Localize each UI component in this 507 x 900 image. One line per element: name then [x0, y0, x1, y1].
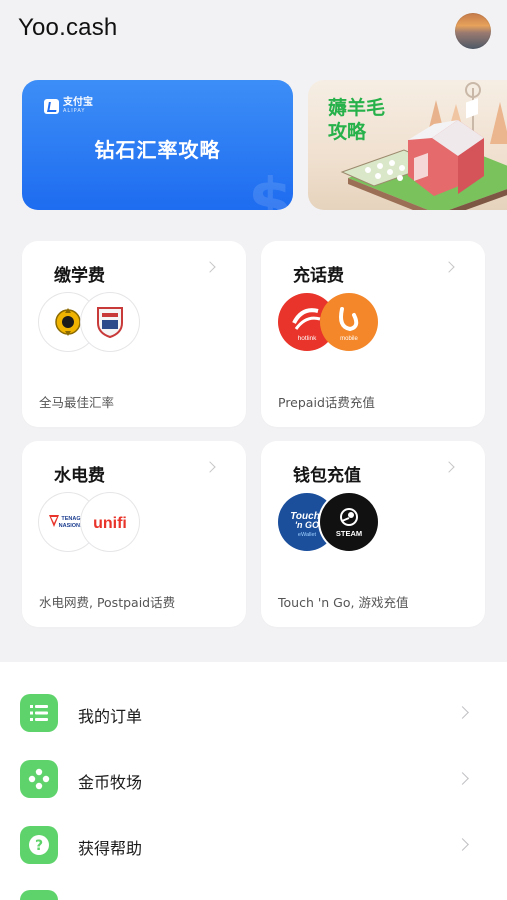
unifi-logo-text: unifi [93, 515, 127, 532]
alipay-logo-en: ALIPAY [63, 108, 86, 114]
menu-item-orders[interactable]: 我的订单 [0, 694, 507, 748]
svg-text:'n GO: 'n GO [295, 520, 319, 530]
app-title: Yoo.cash [18, 14, 118, 41]
dollar-watermark-icon: $ [248, 166, 293, 210]
chevron-right-icon [204, 461, 216, 473]
alipay-logo: 支付宝 ALIPAY [44, 98, 93, 114]
card-title: 水电费 [54, 466, 105, 486]
list-icon [20, 694, 58, 732]
mobile-logo-icon: mobile [320, 293, 378, 351]
menu-item-label: 获得帮助 [78, 839, 143, 858]
chevron-right-icon [204, 261, 216, 273]
banner-farm-title: 薅羊毛攻略 [328, 97, 386, 143]
menu-item-label: 金币牧场 [78, 773, 143, 792]
gamepad-icon [20, 760, 58, 798]
header: Yoo.cash [0, 0, 507, 64]
banner-farm[interactable]: 薅羊毛攻略 [308, 80, 507, 210]
steam-logo-text: STEAM [336, 529, 362, 538]
card-title: 充话费 [293, 266, 344, 286]
alipay-icon [44, 98, 59, 114]
chevron-right-icon [456, 772, 469, 785]
chevron-right-icon [456, 838, 469, 851]
svg-text:eWallet: eWallet [298, 532, 317, 538]
menu-item-label: 我的订单 [78, 707, 143, 726]
mobile-logo-text: mobile [340, 336, 358, 342]
chevron-right-icon [456, 706, 469, 719]
chevron-right-icon [443, 261, 455, 273]
banner-diamond-rate[interactable]: 支付宝 ALIPAY 钻石汇率攻略 $ [22, 80, 293, 210]
card-phone-topup[interactable]: 充话费 hotlink mobile Prepaid话费充值 [261, 241, 485, 427]
card-tuition[interactable]: 缴学费 全马最佳汇率 [22, 241, 246, 427]
question-icon: ? [20, 826, 58, 864]
steam-logo-icon: STEAM [320, 493, 378, 551]
card-description: Touch 'n Go, 游戏充值 [278, 595, 409, 610]
card-description: 全马最佳汇率 [39, 395, 115, 410]
menu-item-partial[interactable] [0, 890, 507, 900]
svg-text:?: ? [35, 838, 43, 854]
menu-list: 我的订单 金币牧场 ? 获得帮助 [0, 662, 507, 900]
card-description: Prepaid话费充值 [278, 395, 375, 410]
banner-carousel[interactable]: 支付宝 ALIPAY 钻石汇率攻略 $ 薅羊毛攻略 [0, 78, 507, 212]
school-shield-icon [81, 293, 139, 351]
avatar[interactable] [455, 13, 491, 49]
chevron-right-icon [443, 461, 455, 473]
menu-icon [20, 890, 58, 900]
card-title: 钱包充值 [293, 466, 361, 486]
menu-item-coin-ranch[interactable]: 金币牧场 [0, 760, 507, 814]
unifi-logo-icon: unifi [81, 493, 139, 551]
card-title: 缴学费 [54, 266, 105, 286]
card-utilities[interactable]: 水电费 TENAGA NASIONAL unifi 水电网费, Postpaid… [22, 441, 246, 627]
menu-item-help[interactable]: ? 获得帮助 [0, 826, 507, 880]
hotlink-logo-text: hotlink [298, 335, 318, 342]
alipay-logo-cn: 支付宝 [63, 97, 93, 108]
card-description: 水电网费, Postpaid话费 [39, 595, 176, 610]
banner-title: 钻石汇率攻略 [94, 138, 221, 162]
card-wallet-topup[interactable]: 钱包充值 Touch 'n GO eWallet STEAM Touch 'n … [261, 441, 485, 627]
